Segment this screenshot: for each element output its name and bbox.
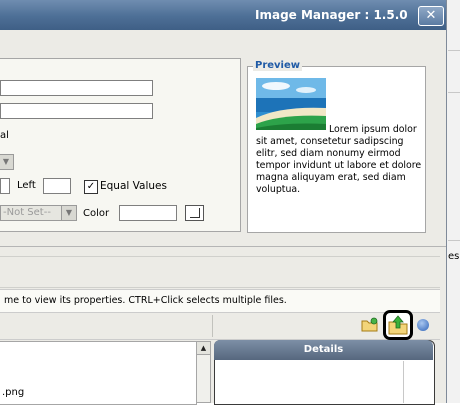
close-icon: ✕: [425, 8, 437, 23]
left-label: Left: [17, 180, 36, 191]
alt-text-input[interactable]: [0, 103, 153, 119]
border-style-value: -Not Set--: [3, 207, 51, 218]
color-picker-button[interactable]: [185, 205, 204, 221]
path-bar: [0, 256, 440, 288]
background-divider: [448, 240, 460, 241]
dialog-title: Image Manager : 1.5.0: [255, 8, 408, 22]
color-picker-icon: [190, 208, 200, 218]
list-item[interactable]: .png: [2, 387, 24, 398]
equal-values-checkbox[interactable]: ✓: [84, 180, 98, 194]
close-button[interactable]: ✕: [418, 6, 444, 26]
section-divider: [0, 246, 446, 247]
toolbar-separator: [212, 315, 213, 337]
color-label: Color: [83, 208, 110, 219]
image-url-input[interactable]: [0, 80, 153, 96]
border-style-select[interactable]: -Not Set-- ▼: [0, 205, 77, 221]
checkmark-icon: ✓: [86, 181, 96, 192]
upload-icon: [388, 315, 408, 335]
left-margin-input[interactable]: [43, 178, 71, 194]
file-list[interactable]: [0, 341, 197, 405]
new-folder-icon[interactable]: [361, 317, 379, 333]
preview-image: [256, 78, 326, 130]
chevron-down-icon: ▼: [61, 206, 76, 220]
preview-legend: Preview: [253, 60, 303, 71]
chevron-down-icon: ▼: [0, 155, 13, 169]
background-divider: [448, 50, 460, 51]
equal-values-label: Equal Values: [100, 180, 167, 192]
background-window-strip: es: [446, 0, 460, 403]
background-text: es: [448, 251, 460, 262]
details-header: Details: [214, 340, 433, 360]
details-column-divider: [403, 361, 404, 403]
status-hint: me to view its properties. CTRL+Click se…: [4, 295, 287, 306]
background-divider: [448, 92, 460, 93]
upload-button[interactable]: [383, 310, 413, 340]
top-margin-input[interactable]: [0, 178, 10, 194]
help-icon[interactable]: [417, 319, 429, 331]
color-input[interactable]: [119, 205, 177, 221]
scroll-up-icon[interactable]: ▲: [196, 341, 211, 355]
preview-sample-text: Lorem ipsum dolor sit amet, consetetur s…: [256, 124, 422, 195]
align-label: al: [0, 130, 9, 141]
align-select[interactable]: ▼: [0, 154, 14, 170]
